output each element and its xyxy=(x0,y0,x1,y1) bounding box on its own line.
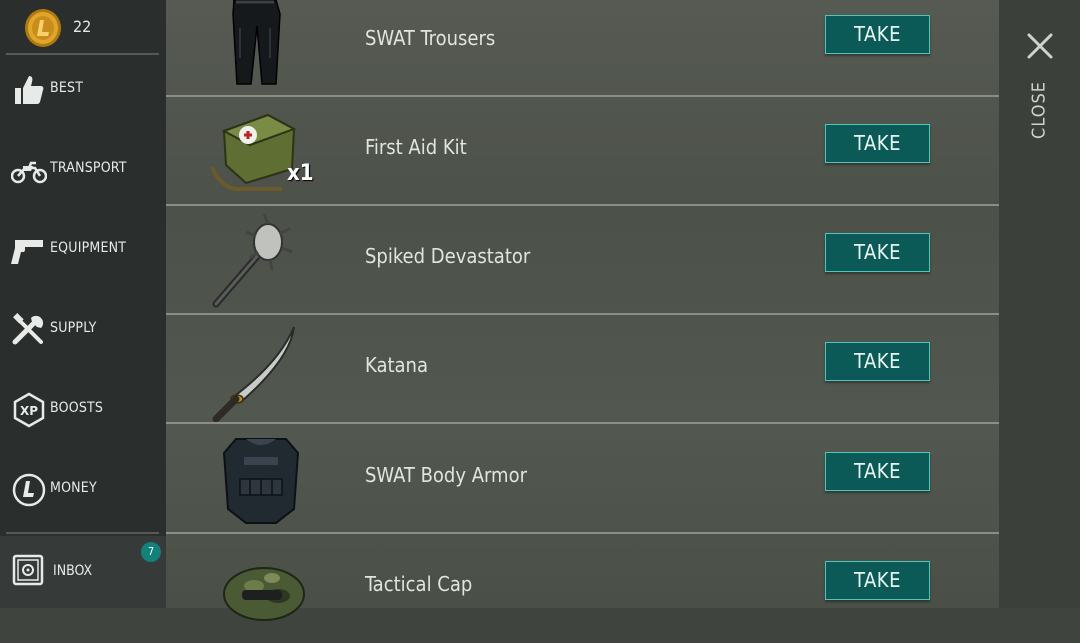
list-item: Tactical Cap TAKE xyxy=(166,534,999,643)
list-item: x1 First Aid Kit TAKE xyxy=(166,97,999,206)
svg-text:XP: XP xyxy=(20,404,38,418)
close-button[interactable]: CLOSE xyxy=(1029,81,1050,139)
motorcycle-icon xyxy=(11,161,47,184)
list-item: SWAT Trousers TAKE xyxy=(166,0,999,97)
tactical-cap-icon xyxy=(223,567,305,621)
take-button[interactable]: TAKE xyxy=(825,233,930,272)
sidebar-item-equipment[interactable]: EQUIPMENT xyxy=(0,210,166,290)
sidebar-item-money[interactable]: MONEY xyxy=(0,450,166,530)
item-name: Spiked Devastator xyxy=(365,244,531,268)
sidebar-item-best[interactable]: BEST xyxy=(0,50,166,130)
coin-icon xyxy=(25,9,61,47)
sidebar-item-transport[interactable]: TRANSPORT xyxy=(0,130,166,210)
take-button[interactable]: TAKE xyxy=(825,452,930,491)
sidebar-item-label: BOOSTS xyxy=(50,400,104,416)
take-button[interactable]: TAKE xyxy=(825,124,930,163)
sidebar-item-boosts[interactable]: XP BOOSTS xyxy=(0,370,166,450)
xp-icon: XP xyxy=(13,392,45,428)
divider xyxy=(166,422,999,424)
take-button[interactable]: TAKE xyxy=(825,15,930,54)
sidebar-item-label: BEST xyxy=(50,80,84,96)
trousers-icon xyxy=(232,0,281,85)
item-name: SWAT Trousers xyxy=(365,26,496,50)
divider xyxy=(6,532,159,534)
tools-icon xyxy=(12,313,44,345)
currency-display: 22 xyxy=(0,0,166,54)
sidebar-item-label: EQUIPMENT xyxy=(50,240,127,256)
list-item: Katana TAKE xyxy=(166,315,999,424)
sidebar: 22 BEST TRANSPORT EQUIPMENT SUPPLY XP BO… xyxy=(0,0,166,608)
money-coin-icon xyxy=(12,473,46,507)
sidebar-item-label: TRANSPORT xyxy=(50,160,127,176)
pistol-icon xyxy=(11,240,43,264)
thumbs-up-icon xyxy=(15,76,44,104)
close-icon[interactable] xyxy=(1026,32,1054,60)
katana-icon xyxy=(212,326,295,422)
body-armor-icon xyxy=(222,438,300,524)
sidebar-item-label: SUPPLY xyxy=(50,320,97,336)
item-name: First Aid Kit xyxy=(365,135,467,159)
sidebar-item-supply[interactable]: SUPPLY xyxy=(0,290,166,370)
close-panel: CLOSE xyxy=(999,0,1080,608)
list-item: SWAT Body Armor TAKE xyxy=(166,425,999,534)
sidebar-item-label: MONEY xyxy=(50,480,97,496)
inbox-count-badge: 7 xyxy=(141,542,161,562)
list-item: Spiked Devastator TAKE xyxy=(166,206,999,315)
take-button[interactable]: TAKE xyxy=(825,561,930,600)
safe-icon xyxy=(12,554,44,586)
item-name: SWAT Body Armor xyxy=(365,463,527,487)
reward-list: SWAT Trousers TAKE x1 First Aid Kit TAKE… xyxy=(166,0,999,621)
item-quantity: x1 xyxy=(287,161,314,186)
item-name: Tactical Cap xyxy=(365,572,473,596)
currency-amount: 22 xyxy=(73,17,92,36)
take-button[interactable]: TAKE xyxy=(825,342,930,381)
spiked-club-icon xyxy=(212,213,293,308)
sidebar-item-label: INBOX xyxy=(53,563,93,579)
item-name: Katana xyxy=(365,353,428,377)
first-aid-kit-icon xyxy=(210,113,297,192)
